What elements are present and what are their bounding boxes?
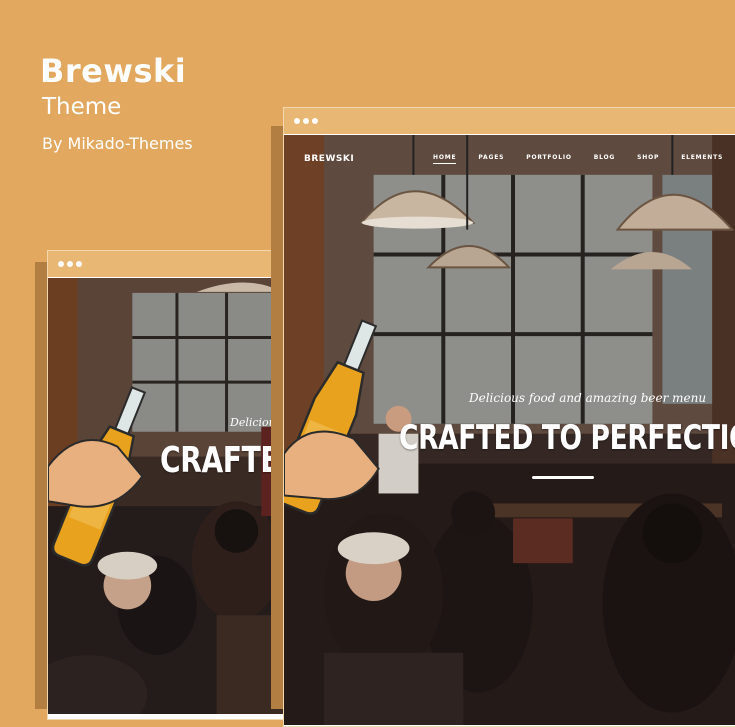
hero-tagline: Delicious food and amazing beer menu <box>469 391 707 405</box>
theme-author: By Mikado-Themes <box>42 134 193 153</box>
site-nav: HOME PAGES PORTFOLIO BLOG SHOP ELEMENTS <box>433 154 723 164</box>
nav-item-home[interactable]: HOME <box>433 154 457 164</box>
window-dot-icon <box>76 261 82 267</box>
theme-subtitle: Theme <box>42 94 122 120</box>
desktop-viewport: BREWSKI HOME PAGES PORTFOLIO BLOG SHOP E… <box>284 135 735 726</box>
window-dot-icon <box>312 118 318 124</box>
hero-divider <box>532 476 594 479</box>
mobile-hero-image <box>48 278 296 715</box>
nav-item-blog[interactable]: BLOG <box>594 154 615 164</box>
desktop-window-bar <box>284 108 735 135</box>
window-dot-icon <box>67 261 73 267</box>
window-dot-icon <box>58 261 64 267</box>
theme-title: Brewski <box>40 52 187 90</box>
mobile-window-bar <box>48 251 296 278</box>
nav-item-portfolio[interactable]: PORTFOLIO <box>526 154 572 164</box>
hero-headline: CRAFTED TO PERFECTION <box>399 418 735 458</box>
site-logo[interactable]: BREWSKI <box>304 154 354 164</box>
desktop-preview-window: BREWSKI HOME PAGES PORTFOLIO BLOG SHOP E… <box>283 107 735 727</box>
nav-item-shop[interactable]: SHOP <box>637 154 659 164</box>
nav-item-elements[interactable]: ELEMENTS <box>681 154 723 164</box>
window-dot-icon <box>303 118 309 124</box>
window-dot-icon <box>294 118 300 124</box>
mobile-preview-window: Delicious fo CRAFTED <box>47 250 297 720</box>
mobile-viewport: Delicious fo CRAFTED <box>48 278 296 719</box>
nav-item-pages[interactable]: PAGES <box>478 154 504 164</box>
